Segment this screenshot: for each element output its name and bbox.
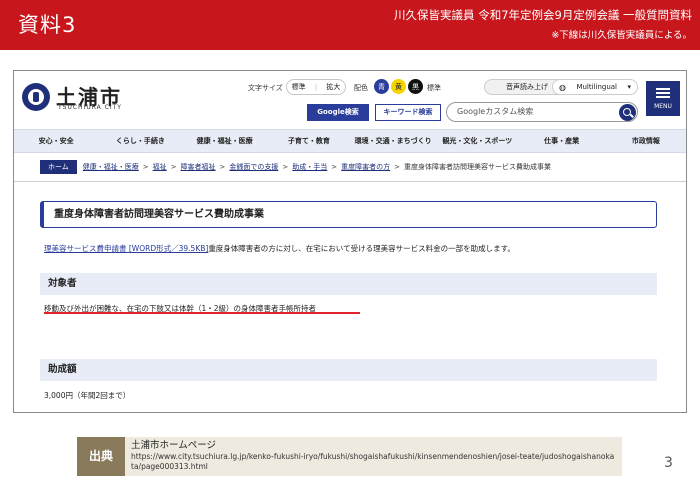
intro-paragraph: 理美容サービス費申請書 [WORD形式／39.5KB]重度身体障害者の方に対し、… xyxy=(44,243,515,254)
page-number: 3 xyxy=(664,455,673,471)
color-yellow-button[interactable]: 黄 xyxy=(391,79,406,94)
page-title: 重度身体障害者訪問理美容サービス費助成事業 xyxy=(40,201,657,228)
chevron-down-icon: ▾ xyxy=(627,83,631,91)
breadcrumb-current: 重度身体障害者訪問理美容サービス費助成事業 xyxy=(404,163,552,171)
source-tag: 出典 xyxy=(77,437,125,476)
font-size-enlarge-button[interactable]: 拡大 xyxy=(326,82,340,92)
globe-icon: ◍ xyxy=(559,82,566,92)
site-subtitle: TSUCHIURA CITY xyxy=(58,104,122,111)
nav-item-work[interactable]: 仕事・産業 xyxy=(520,130,604,152)
nav-item-safety[interactable]: 安心・安全 xyxy=(14,130,98,152)
multilingual-select[interactable]: ◍ Multilingual ▾ xyxy=(552,79,638,95)
document-label: 資料3 xyxy=(18,13,77,37)
keyword-search-tab[interactable]: キーワード検索 xyxy=(375,104,441,121)
color-black-button[interactable]: 黒 xyxy=(408,79,423,94)
breadcrumb-link[interactable]: 福祉 xyxy=(153,162,167,172)
nav-item-health[interactable]: 健康・福祉・医療 xyxy=(183,130,267,152)
font-size-label: 文字サイズ xyxy=(248,84,283,92)
search-input[interactable]: Googleカスタム検索 xyxy=(446,102,638,122)
color-scheme-label: 配色 xyxy=(354,84,368,92)
nav-item-living[interactable]: くらし・手続き xyxy=(98,130,182,152)
color-standard-button[interactable]: 標準 xyxy=(427,83,441,93)
nav-item-tourism[interactable]: 観光・文化・スポーツ xyxy=(435,130,519,152)
breadcrumb-link[interactable]: 健康・福祉・医療 xyxy=(83,162,139,172)
highlight-underline xyxy=(44,312,360,314)
divider xyxy=(14,181,686,182)
menu-label: MENU xyxy=(654,103,672,110)
section-heading-eligibility: 対象者 xyxy=(40,273,657,295)
font-size-switcher: 標準 | 拡大 xyxy=(286,79,346,95)
nav-item-childcare[interactable]: 子育て・教育 xyxy=(267,130,351,152)
color-blue-button[interactable]: 青 xyxy=(374,79,389,94)
amount-text: 3,000円（年間2回まで） xyxy=(44,391,131,400)
application-form-link[interactable]: 理美容サービス費申請書 [WORD形式／39.5KB] xyxy=(44,244,208,253)
global-nav: 安心・安全 くらし・手続き 健康・福祉・医療 子育て・教育 環境・交通・まちづく… xyxy=(14,129,686,153)
breadcrumb-link[interactable]: 障害者福祉 xyxy=(181,162,216,172)
banner-title: 川久保皆実議員 令和7年定例会9月定例会議 一般質問資料 xyxy=(394,8,692,22)
divider: | xyxy=(314,83,318,91)
city-emblem-icon[interactable] xyxy=(22,83,50,111)
nav-item-environment[interactable]: 環境・交通・まちづくり xyxy=(351,130,435,152)
breadcrumb-link[interactable]: 重度障害者の方 xyxy=(341,162,390,172)
search-icon[interactable] xyxy=(619,104,636,121)
source-box: 土浦市ホームページ https://www.city.tsuchiura.lg.… xyxy=(125,437,622,476)
source-url: https://www.city.tsuchiura.lg.jp/kenko-f… xyxy=(131,452,615,471)
breadcrumb: ホーム 健康・福祉・医療 > 福祉 > 障害者福祉 > 金銭面での支援 > 助成・手当 >… xyxy=(40,160,640,174)
banner-note: ※下線は川久保皆実議員による。 xyxy=(551,30,692,41)
font-size-standard-button[interactable]: 標準 xyxy=(292,82,306,92)
intro-text: 重度身体障害者の方に対し、在宅において受ける理美容サービス料金の一部を助成します… xyxy=(208,244,515,253)
google-search-tab[interactable]: Google検索 xyxy=(307,104,369,121)
breadcrumb-home[interactable]: ホーム xyxy=(40,160,77,174)
top-banner: 資料3 川久保皆実議員 令和7年定例会9月定例会議 一般質問資料 ※下線は川久保… xyxy=(0,0,700,50)
webpage-screenshot: 土浦市 TSUCHIURA CITY 文字サイズ 標準 | 拡大 配色 青 黄 … xyxy=(13,70,687,413)
hamburger-icon xyxy=(656,88,670,90)
breadcrumb-link[interactable]: 金銭面での支援 xyxy=(229,162,278,172)
multilingual-label: Multilingual xyxy=(576,83,618,91)
section-heading-amount: 助成額 xyxy=(40,359,657,381)
nav-item-city-info[interactable]: 市政情報 xyxy=(604,130,686,152)
breadcrumb-link[interactable]: 助成・手当 xyxy=(292,162,327,172)
source-title: 土浦市ホームページ xyxy=(131,440,217,451)
menu-button[interactable]: MENU xyxy=(646,81,680,116)
